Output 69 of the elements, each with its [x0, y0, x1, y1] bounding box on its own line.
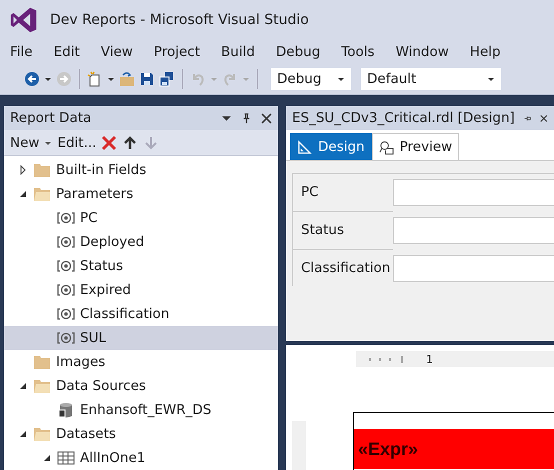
- save-all-icon[interactable]: [159, 71, 175, 87]
- tree-item-label[interactable]: Enhansoft_EWR_DS: [80, 402, 212, 418]
- open-folder-icon: [33, 426, 51, 442]
- delete-icon[interactable]: [101, 134, 118, 150]
- triangle-ruler-icon: [297, 140, 312, 154]
- parameter-icon: [57, 210, 75, 226]
- view-tab[interactable]: Design: [290, 133, 372, 160]
- tree-item-label[interactable]: AllInOne1: [80, 450, 146, 466]
- ruler-number: 1: [426, 352, 433, 366]
- caret-icon[interactable]: [487, 75, 495, 83]
- collapsed-arrow-icon[interactable]: [18, 165, 28, 175]
- tree-item-label[interactable]: Deployed: [80, 234, 144, 250]
- menu-item[interactable]: Debug: [272, 44, 330, 60]
- open-folder-icon: [33, 378, 51, 394]
- platform-dropdown[interactable]: Default: [361, 68, 501, 90]
- preview-icon: [378, 140, 394, 154]
- menu-item[interactable]: View: [96, 44, 142, 60]
- caret-icon[interactable]: [337, 75, 345, 83]
- edit-button[interactable]: Edit...: [57, 134, 96, 150]
- parameter-icon: [57, 306, 75, 322]
- back-icon[interactable]: [24, 71, 40, 87]
- menu-item[interactable]: Build: [217, 44, 264, 60]
- caret-icon[interactable]: [44, 75, 52, 83]
- parameter-icon: [57, 330, 75, 346]
- parameter-input[interactable]: [393, 179, 554, 206]
- close-icon[interactable]: [261, 112, 272, 124]
- menu-item[interactable]: Help: [466, 44, 510, 60]
- up-arrow-icon[interactable]: [122, 134, 138, 150]
- open-folder-icon: [33, 186, 51, 202]
- menu-item[interactable]: Project: [150, 44, 209, 60]
- tree-item-label[interactable]: Expired: [80, 282, 131, 298]
- app-logo-icon: [10, 6, 38, 34]
- menu-item[interactable]: File: [6, 44, 42, 60]
- tree-item-label: SUL: [80, 330, 106, 346]
- save-icon[interactable]: [139, 71, 155, 87]
- caret-icon[interactable]: [107, 75, 115, 83]
- folder-icon: [33, 354, 51, 370]
- expanded-arrow-icon[interactable]: [18, 429, 28, 439]
- selected-tree-row[interactable]: SUL: [4, 326, 278, 350]
- expanded-arrow-icon[interactable]: [42, 453, 52, 463]
- close-icon[interactable]: [540, 112, 548, 124]
- open-folder-icon[interactable]: [119, 71, 135, 87]
- parameter-input[interactable]: [393, 217, 554, 244]
- table-icon: [57, 450, 75, 466]
- tree-item-label[interactable]: Parameters: [56, 186, 134, 202]
- tree-item-label[interactable]: Status: [80, 258, 124, 274]
- menu-item[interactable]: Edit: [50, 44, 89, 60]
- expanded-arrow-icon[interactable]: [18, 189, 28, 199]
- menu-item[interactable]: Tools: [337, 44, 384, 60]
- pin-icon[interactable]: [241, 112, 252, 124]
- parameter-icon: [57, 234, 75, 250]
- new-button[interactable]: New: [10, 134, 40, 150]
- expanded-arrow-icon[interactable]: [18, 381, 28, 391]
- tree-item-label[interactable]: Classification: [80, 306, 170, 322]
- window-title: Dev Reports - Microsoft Visual Studio: [50, 12, 309, 28]
- tree-item-label[interactable]: PC: [80, 210, 98, 226]
- menu-item[interactable]: Window: [392, 44, 458, 60]
- database-icon: [57, 402, 75, 418]
- folder-icon: [33, 162, 51, 178]
- configuration-dropdown[interactable]: Debug: [271, 68, 351, 90]
- tree-item-label[interactable]: Images: [56, 354, 106, 370]
- tree-item-label[interactable]: Datasets: [56, 426, 116, 442]
- panel-title: Report Data: [10, 110, 92, 126]
- parameter-icon: [57, 282, 75, 298]
- parameter-input[interactable]: [393, 255, 554, 282]
- tree-item-label[interactable]: Built-in Fields: [56, 162, 146, 178]
- parameter-icon: [57, 258, 75, 274]
- tree-item-label[interactable]: Data Sources: [56, 378, 146, 394]
- view-tab[interactable]: Preview: [372, 133, 460, 160]
